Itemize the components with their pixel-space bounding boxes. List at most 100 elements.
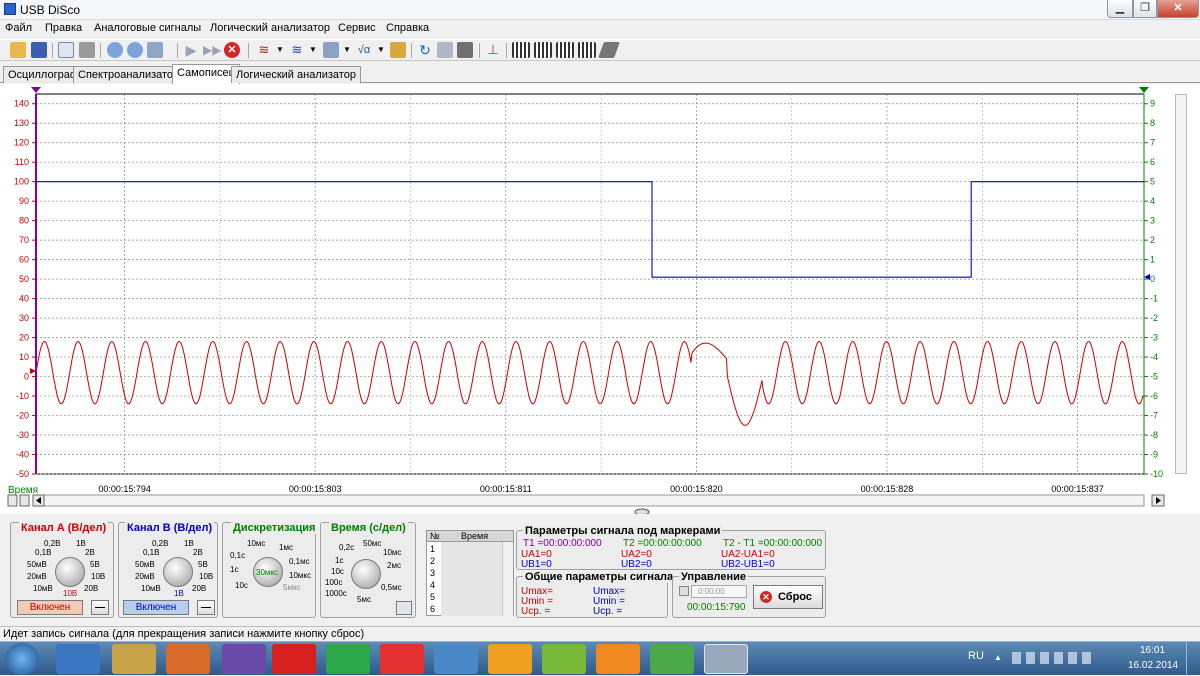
calculator-dropdown-icon[interactable]: ▼ [343, 45, 351, 54]
save-icon[interactable] [31, 42, 47, 58]
reset-button[interactable]: ✕ Сброс [753, 585, 823, 609]
y-right-tick-label: -7 [1150, 411, 1158, 421]
aimp-icon[interactable] [542, 644, 586, 674]
y-left-tick-label: 20 [19, 333, 29, 343]
y-right-tick-label: -5 [1150, 372, 1158, 382]
menu-edit[interactable]: Правка [45, 22, 82, 34]
mail-icon[interactable] [488, 644, 532, 674]
calculator-icon[interactable] [323, 42, 339, 58]
tray-expand-icon[interactable]: ▲ [994, 653, 1002, 662]
splitter-handle-icon[interactable] [634, 508, 650, 514]
tab-spectrum[interactable]: Спектроанализатор [73, 66, 185, 83]
logic-4-icon[interactable] [578, 42, 596, 58]
marker-b-top-icon[interactable] [1139, 87, 1149, 93]
utorrent-icon[interactable] [650, 644, 694, 674]
menu-bar: Файл Правка Аналоговые сигналы Логически… [0, 20, 1200, 38]
time-spin-input[interactable]: 0:00:00 [691, 585, 747, 598]
channel-a-invert-button[interactable]: — [91, 600, 109, 615]
marker-row: 2 [430, 556, 436, 566]
stop-icon[interactable]: ✕ [224, 42, 240, 58]
show-desktop-button[interactable] [1186, 642, 1200, 676]
volume-app-icon[interactable] [434, 644, 478, 674]
record-checkbox[interactable] [679, 586, 689, 596]
channel-b-label: 0,1В [143, 548, 160, 557]
channel-a-knob[interactable] [55, 557, 85, 587]
probe-icon[interactable] [598, 42, 620, 58]
wave-a-dropdown-icon[interactable]: ▼ [276, 45, 284, 54]
sampling-label: 1мс [279, 543, 293, 552]
control-time-value: 00:00:15:790 [687, 602, 746, 613]
y-right-tick-label: 9 [1150, 99, 1155, 109]
maximize-button[interactable]: ❐ [1133, 0, 1157, 18]
yandex-browser-icon[interactable] [272, 644, 316, 674]
marker-table[interactable]: № Время 1 2 3 4 5 6 [426, 530, 514, 616]
y-right-tick-label: 0 [1150, 274, 1155, 284]
trigger-icon[interactable]: ⊥ [485, 42, 501, 58]
close-button[interactable]: ✕ [1157, 0, 1199, 18]
vertical-scrollbar[interactable] [1175, 94, 1187, 474]
formula-icon[interactable]: √α [356, 42, 372, 58]
logic-1-icon[interactable] [512, 42, 530, 58]
recorder-plot[interactable]: 140 130 120 110 100 90 80 70 60 50 40 30 20 10 0 -10 -20… [0, 84, 1200, 514]
vs-icon[interactable] [222, 644, 266, 674]
marker-a-top-icon[interactable] [31, 87, 41, 93]
sampling-group: Дискретизация 10мс 1мс 0,1с 0,1мс 1с 10м… [222, 522, 318, 618]
odnoklassniki-icon[interactable] [596, 644, 640, 674]
channel-b-enable-button[interactable]: Включен [123, 600, 189, 615]
menu-file[interactable]: Файл [5, 22, 32, 34]
channel-a-title: Канал А (В/дел) [19, 522, 109, 534]
channel-a-enable-button[interactable]: Включен [17, 600, 83, 615]
yandex-icon[interactable] [380, 644, 424, 674]
y-left-tick-label: 100 [14, 177, 29, 187]
mail-agent-icon[interactable] [326, 644, 370, 674]
wave-a-icon[interactable]: ≋ [256, 42, 272, 58]
clock-time[interactable]: 16:01 [1140, 645, 1165, 656]
menu-help[interactable]: Справка [386, 22, 429, 34]
disco-icon[interactable] [704, 644, 748, 674]
logic-2-icon[interactable] [534, 42, 552, 58]
menu-service[interactable]: Сервис [338, 22, 376, 34]
minimize-button[interactable]: ▁ [1107, 0, 1133, 18]
media-icon[interactable] [166, 644, 210, 674]
channel-a-label: 50мВ [27, 560, 47, 569]
channel-a-label: 10мВ [33, 584, 53, 593]
tab-recorder[interactable]: Самописец [172, 64, 240, 84]
play-icon[interactable]: ▶ [183, 42, 199, 58]
channel-b-invert-button[interactable]: — [197, 600, 215, 615]
windows-start-icon[interactable] [5, 643, 39, 675]
fast-forward-icon[interactable]: ▶▶ [203, 42, 221, 58]
explorer-icon[interactable] [112, 644, 156, 674]
y-right-tick-label: -6 [1150, 391, 1158, 401]
menu-analog[interactable]: Аналоговые сигналы [94, 22, 201, 34]
export-icon[interactable] [147, 42, 163, 58]
zoom-in-icon[interactable] [107, 42, 123, 58]
language-indicator[interactable]: RU [968, 650, 984, 662]
zoom-out-x-button[interactable] [7, 494, 18, 507]
tab-logic-analyzer[interactable]: Логический анализатор [231, 66, 361, 83]
channel-b-label: 5В [198, 560, 208, 569]
screenshot-icon[interactable] [437, 42, 453, 58]
sound-icon[interactable] [390, 42, 406, 58]
clock-date[interactable]: 16.02.2014 [1128, 660, 1178, 671]
channel-b-knob[interactable] [163, 557, 193, 587]
x-tick-label: 00:00:15:794 [98, 484, 151, 494]
zoom-in-x-button[interactable] [19, 494, 30, 507]
wave-b-dropdown-icon[interactable]: ▼ [309, 45, 317, 54]
zoom-out-icon[interactable] [127, 42, 143, 58]
timebase-zoom-button[interactable] [396, 601, 412, 615]
wave-b-icon[interactable]: ≋ [289, 42, 305, 58]
print-icon[interactable] [79, 42, 95, 58]
print-preview-icon[interactable] [58, 42, 74, 58]
open-icon[interactable] [10, 42, 26, 58]
calc-icon[interactable] [457, 42, 473, 58]
refresh-icon[interactable]: ↻ [417, 42, 433, 58]
tray-icons[interactable] [1012, 652, 1092, 664]
horizontal-scrollbar[interactable] [32, 494, 1145, 507]
timebase-knob[interactable] [351, 559, 381, 589]
timebase-label: 1000с [325, 589, 347, 598]
menu-logic[interactable]: Логический анализатор [210, 22, 330, 34]
formula-dropdown-icon[interactable]: ▼ [377, 45, 385, 54]
logic-3-icon[interactable] [556, 42, 574, 58]
tab-oscilloscope[interactable]: Осциллограф [3, 66, 84, 83]
ie-icon[interactable] [56, 644, 100, 674]
